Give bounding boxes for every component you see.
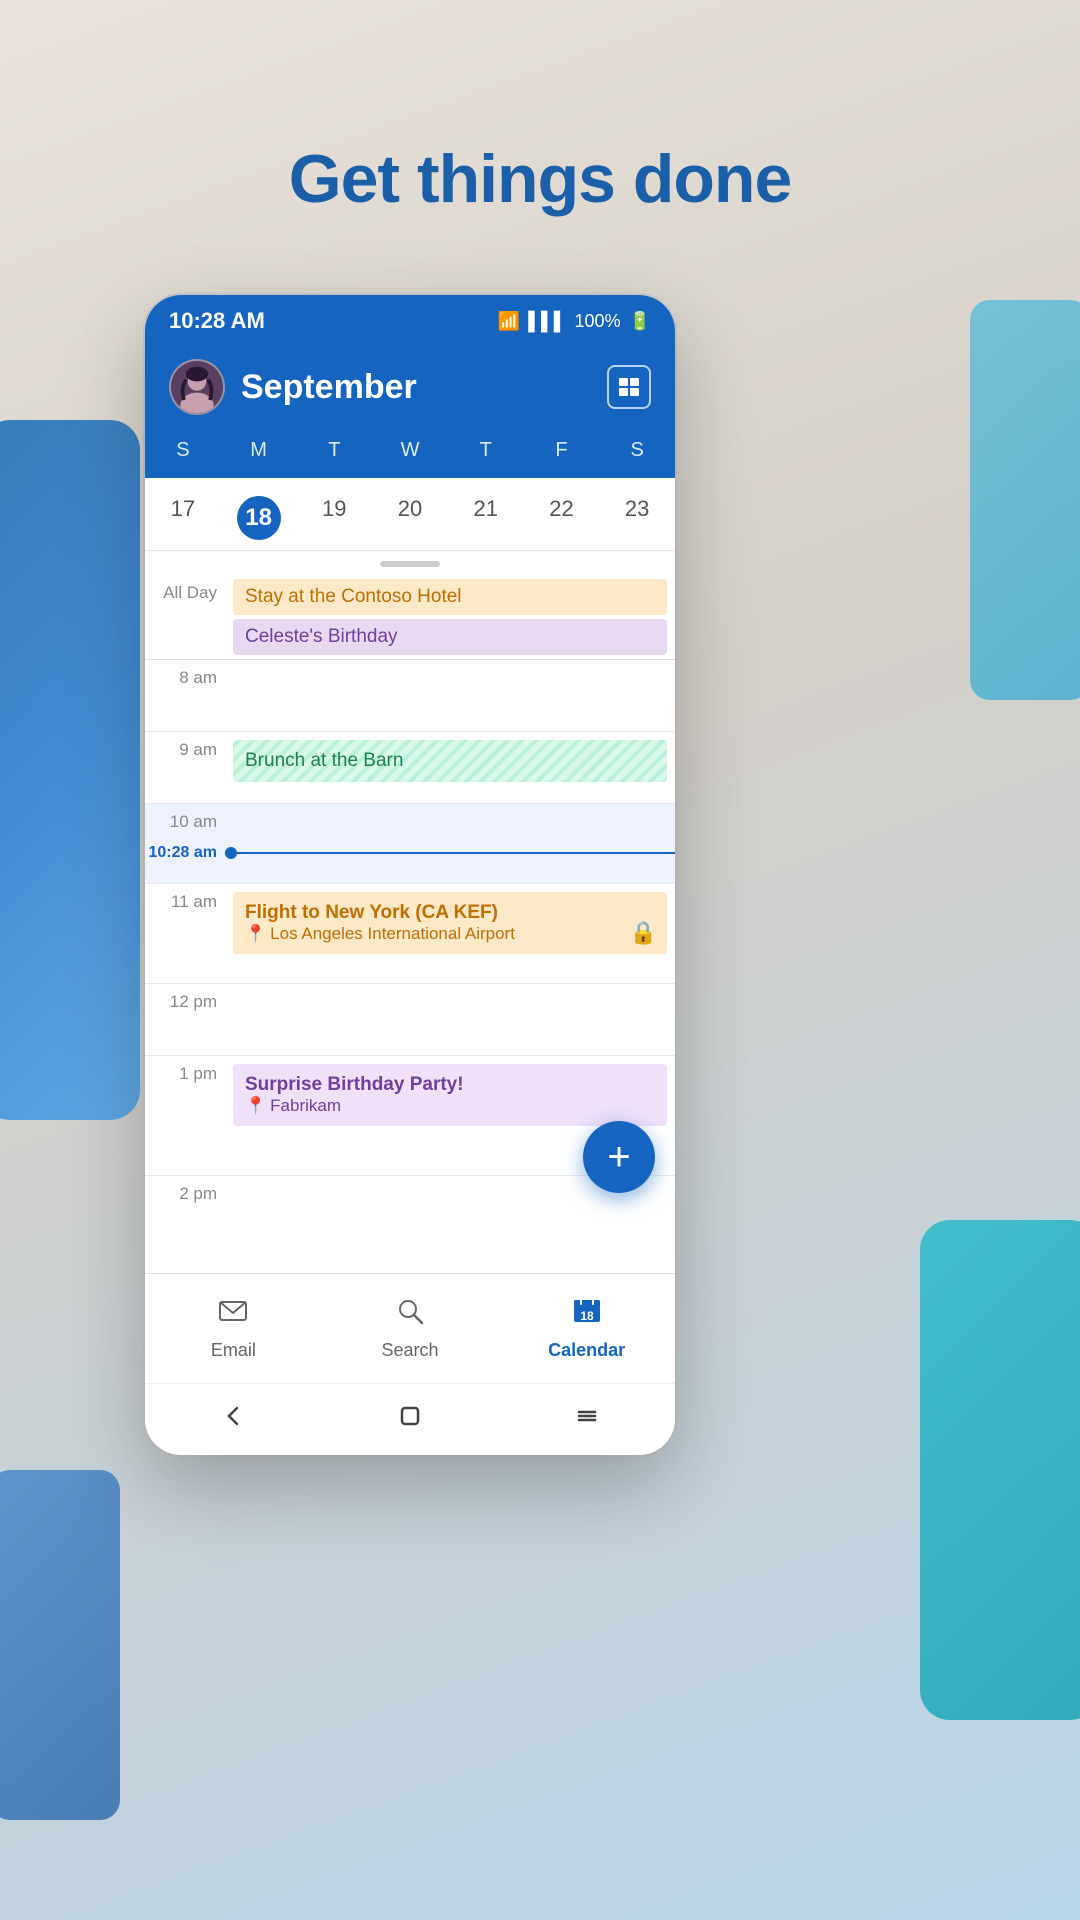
bg-decoration-left	[0, 420, 140, 1120]
day-17[interactable]: 17	[145, 496, 221, 540]
time-slot-9am: 9 am Brunch at the Barn	[145, 732, 675, 804]
status-time: 10:28 AM	[169, 308, 265, 334]
nav-calendar[interactable]: 18 Calendar	[498, 1288, 675, 1369]
day-23[interactable]: 23	[599, 496, 675, 540]
email-label: Email	[211, 1340, 256, 1361]
time-slot-8am: 8 am	[145, 660, 675, 732]
email-icon	[218, 1296, 248, 1334]
bg-decoration-bottom-left	[0, 1470, 120, 1820]
search-label: Search	[381, 1340, 438, 1361]
week-row: 17 18 19 20 21 22 23	[145, 478, 675, 551]
birthday-location-pin: 📍	[245, 1096, 266, 1116]
status-icons: 📶 ▌▌▌ 100% 🔋	[498, 311, 651, 332]
day-21[interactable]: 21	[448, 496, 524, 540]
bg-decoration-teal	[920, 1220, 1080, 1720]
schedule-container: All Day Stay at the Contoso Hotel Celest…	[145, 575, 675, 1273]
event-flight[interactable]: Flight to New York (CA KEF) 📍 Los Angele…	[233, 892, 667, 954]
all-day-section: All Day Stay at the Contoso Hotel Celest…	[145, 575, 675, 660]
calendar-view-toggle[interactable]	[607, 365, 651, 409]
time-content-11am: Flight to New York (CA KEF) 📍 Los Angele…	[225, 884, 675, 983]
drag-handle	[380, 561, 440, 567]
page-title: Get things done	[0, 140, 1080, 218]
event-brunch[interactable]: Brunch at the Barn	[233, 740, 667, 782]
time-label-11am: 11 am	[145, 884, 225, 983]
time-label-1pm: 1 pm	[145, 1056, 225, 1175]
location-pin-icon: 📍	[245, 924, 266, 944]
all-day-events: Stay at the Contoso Hotel Celeste's Birt…	[225, 575, 675, 659]
time-content-12pm	[225, 984, 675, 1055]
current-time-label: 10:28 am	[145, 844, 225, 862]
home-button[interactable]	[376, 1392, 444, 1447]
time-content-8am	[225, 660, 675, 731]
app-header: September	[145, 347, 675, 435]
bg-decoration-right	[970, 300, 1080, 700]
nav-email[interactable]: Email	[145, 1288, 322, 1369]
schedule-scroll[interactable]: All Day Stay at the Contoso Hotel Celest…	[145, 575, 675, 1215]
current-time-line	[237, 852, 675, 854]
time-slot-10am: 10 am 10:28 am	[145, 804, 675, 884]
day-headers: S M T W T F S	[145, 435, 675, 478]
svg-text:18: 18	[580, 1309, 594, 1323]
calendar-label: Calendar	[548, 1340, 625, 1361]
time-slot-12pm: 12 pm	[145, 984, 675, 1056]
current-time-indicator: 10:28 am	[145, 844, 675, 862]
day-header-fri: F	[524, 439, 600, 462]
current-time-dot	[225, 847, 237, 859]
day-header-wed: W	[372, 439, 448, 462]
flight-location: 📍 Los Angeles International Airport	[245, 924, 655, 944]
day-header-sun: S	[145, 439, 221, 462]
battery-icon: 🔋	[629, 311, 651, 332]
all-day-label: All Day	[145, 575, 225, 659]
day-header-tue: T	[296, 439, 372, 462]
time-label-8am: 8 am	[145, 660, 225, 731]
wifi-icon: 📶	[498, 311, 520, 332]
day-header-thu: T	[448, 439, 524, 462]
day-20[interactable]: 20	[372, 496, 448, 540]
status-bar: 10:28 AM 📶 ▌▌▌ 100% 🔋	[145, 295, 675, 347]
calendar-icon: 18	[572, 1296, 602, 1334]
month-title: September	[241, 368, 591, 407]
birthday-location: 📍 Fabrikam	[245, 1096, 655, 1116]
battery-text: 100%	[575, 311, 621, 332]
time-content-9am: Brunch at the Barn	[225, 732, 675, 803]
avatar[interactable]	[169, 359, 225, 415]
day-header-sat: S	[599, 439, 675, 462]
event-contoso-hotel[interactable]: Stay at the Contoso Hotel	[233, 579, 667, 615]
back-button[interactable]	[199, 1392, 267, 1447]
day-19[interactable]: 19	[296, 496, 372, 540]
day-18-today[interactable]: 18	[221, 496, 297, 540]
search-icon	[395, 1296, 425, 1334]
flight-title: Flight to New York (CA KEF)	[245, 902, 655, 924]
add-event-fab[interactable]: +	[583, 1121, 655, 1193]
lock-icon: 🔒	[630, 920, 657, 946]
time-label-2pm: 2 pm	[145, 1176, 225, 1215]
nav-search[interactable]: Search	[322, 1288, 499, 1369]
android-nav-bar	[145, 1383, 675, 1455]
event-birthday-party[interactable]: Surprise Birthday Party! 📍 Fabrikam	[233, 1064, 667, 1126]
signal-icon: ▌▌▌	[528, 311, 566, 332]
recents-button[interactable]	[553, 1392, 621, 1447]
time-label-12pm: 12 pm	[145, 984, 225, 1055]
time-label-9am: 9 am	[145, 732, 225, 803]
birthday-title: Surprise Birthday Party!	[245, 1074, 655, 1096]
day-header-mon: M	[221, 439, 297, 462]
phone-mockup: 10:28 AM 📶 ▌▌▌ 100% 🔋	[145, 295, 675, 1455]
bottom-nav: Email Search 18	[145, 1273, 675, 1383]
time-slot-11am: 11 am Flight to New York (CA KEF) 📍 Los …	[145, 884, 675, 984]
event-celeste-birthday[interactable]: Celeste's Birthday	[233, 619, 667, 655]
day-22[interactable]: 22	[524, 496, 600, 540]
